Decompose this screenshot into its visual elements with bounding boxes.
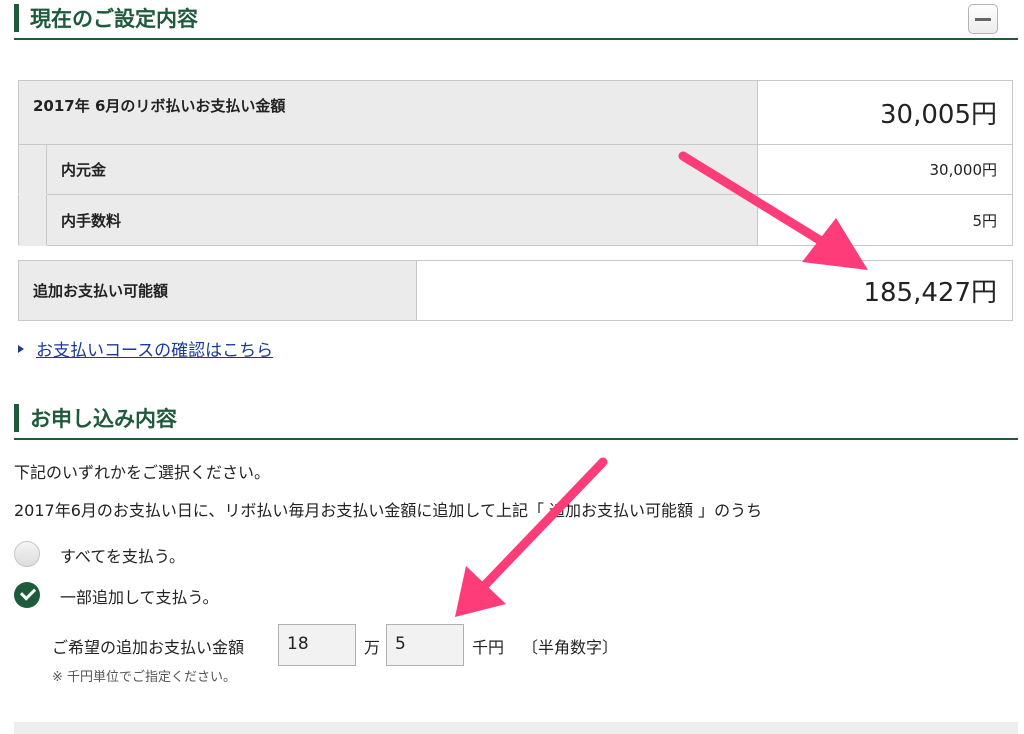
minus-icon	[975, 18, 991, 21]
table-row: 内手数料 5円	[18, 194, 1014, 246]
monthly-amount-value: 30,005円	[756, 80, 1014, 145]
current-settings-title: 現在のご設定内容	[30, 7, 198, 31]
additional-amount-table: 追加お支払い可能額 185,427円	[18, 260, 1013, 321]
table-row: 内元金 30,000円	[18, 144, 1014, 195]
radio-pay-all[interactable]	[14, 541, 40, 567]
principal-label: 内元金	[46, 144, 758, 195]
monthly-amount-label: 2017年 6月のリボ払いお支払い金額	[18, 80, 758, 145]
arrow-to-amount-input	[455, 457, 608, 617]
table-row: 2017年 6月のリボ払いお支払い金額 30,005円	[18, 80, 1014, 145]
page: 現在のご設定内容 2017年 6月のリボ払いお支払い金額 30,005円 内元金…	[0, 0, 1024, 734]
man-amount-input[interactable]: 18	[278, 624, 356, 666]
indent-cell	[18, 194, 47, 246]
indent-cell	[18, 144, 47, 195]
table-row: 追加お支払い可能額 185,427円	[18, 260, 1013, 321]
current-settings-header: 現在のご設定内容	[14, 2, 1018, 40]
option-label[interactable]: 一部追加して支払う。	[60, 584, 219, 608]
sen-amount-input[interactable]: 5	[386, 624, 464, 666]
radio-pay-partial[interactable]	[14, 582, 40, 608]
sen-unit: 千円	[472, 638, 505, 657]
input-hint: 〔半角数字〕	[522, 638, 619, 657]
heading-bar	[14, 404, 19, 432]
additional-amount-value: 185,427円	[416, 260, 1013, 321]
fee-label: 内手数料	[46, 194, 758, 246]
additional-amount-label: 追加お支払い可能額	[18, 260, 417, 321]
man-unit: 万	[364, 638, 381, 657]
description-text: 2017年6月のお支払い日に、リボ払い毎月お支払い金額に追加して上記「 追加お支…	[14, 501, 763, 520]
heading-bar	[14, 4, 19, 32]
course-link-row: お支払いコースの確認はこちら	[18, 336, 273, 361]
application-title: お申し込み内容	[30, 407, 177, 431]
payment-summary-table: 2017年 6月のリボ払いお支払い金額 30,005円 内元金 30,000円 …	[18, 80, 1014, 246]
bottom-panel	[14, 722, 1018, 734]
fee-value: 5円	[756, 194, 1014, 246]
course-link[interactable]: お支払いコースの確認はこちら	[36, 341, 273, 361]
collapse-button[interactable]	[968, 4, 998, 34]
instruction-text: 下記のいずれかをご選択ください。	[14, 463, 271, 482]
application-header: お申し込み内容	[14, 402, 1018, 440]
amount-label: ご希望の追加お支払い金額	[52, 638, 245, 657]
principal-value: 30,000円	[756, 144, 1014, 195]
amount-note: ※ 千円単位でご指定ください。	[52, 670, 237, 685]
check-icon	[19, 584, 37, 601]
triangle-right-icon	[18, 345, 24, 353]
option-label[interactable]: すべてを支払う。	[60, 543, 185, 567]
